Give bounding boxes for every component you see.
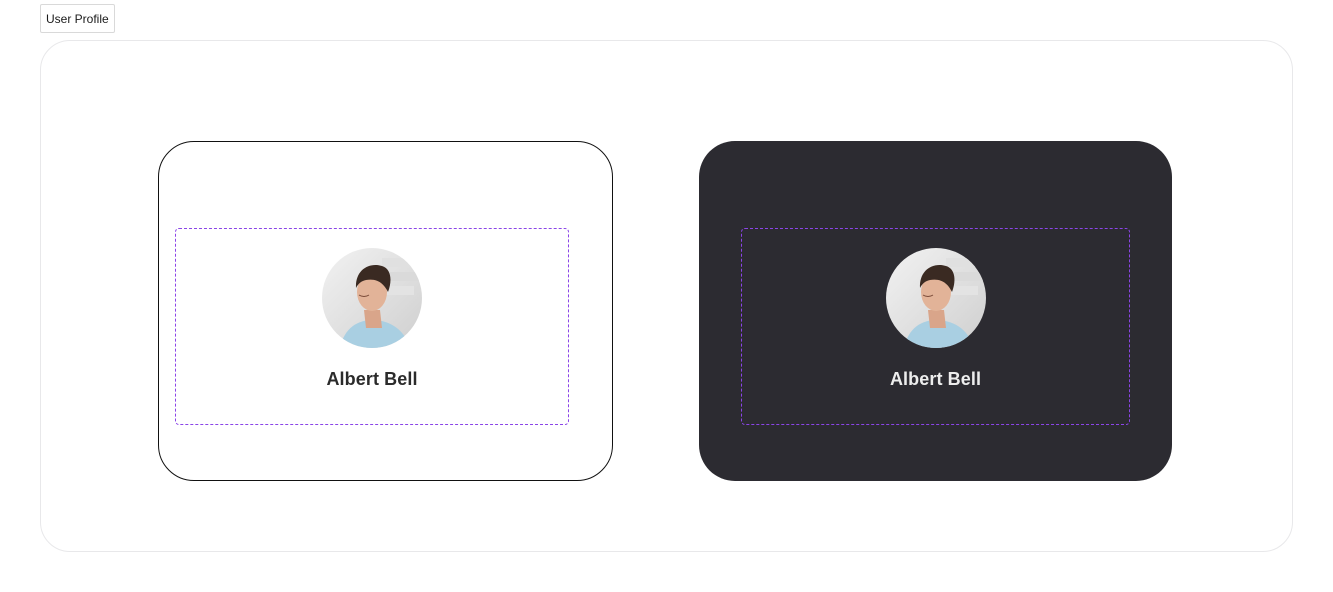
dark-profile-block: Albert Bell: [741, 228, 1130, 425]
profile-name: Albert Bell: [889, 369, 982, 389]
avatar: [885, 248, 986, 348]
avatar: [322, 248, 422, 348]
light-profile-block: Albert Bell: [175, 228, 569, 425]
profile-photo-image: [885, 248, 986, 348]
profile-name: Albert Bell: [326, 369, 418, 389]
profile-photo-image: [322, 248, 422, 348]
user-profile-tab[interactable]: User Profile: [40, 4, 115, 33]
